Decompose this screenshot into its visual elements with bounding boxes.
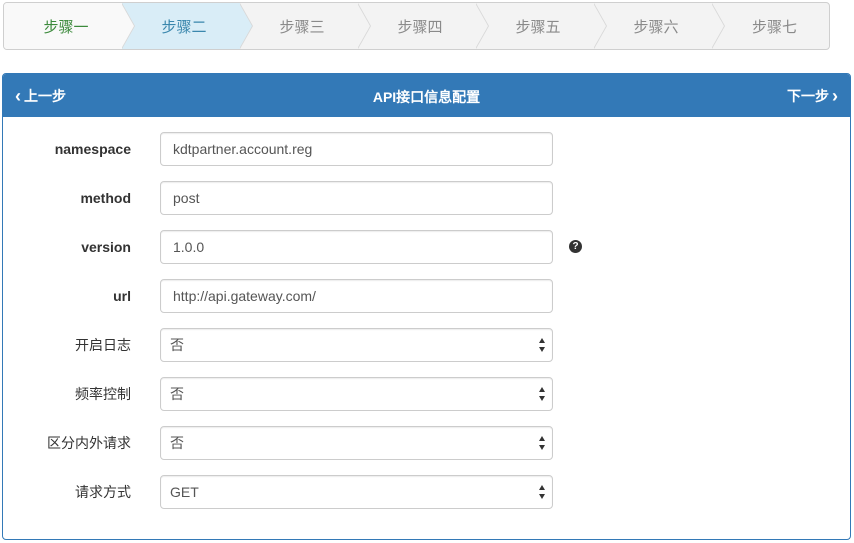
rate-select-value: 否 — [170, 386, 184, 402]
step-2-label: 步骤二 — [161, 18, 207, 36]
request-method-label: 请求方式 — [75, 484, 131, 500]
question-circle-icon[interactable]: ? — [569, 240, 582, 253]
step-1-label: 步骤一 — [43, 18, 89, 36]
namespace-input[interactable] — [160, 132, 553, 166]
chevron-left-icon: ‹ — [15, 85, 21, 106]
step-4-label: 步骤四 — [397, 18, 443, 36]
form-row-method: method — [3, 181, 850, 215]
form-row-url: url — [3, 279, 850, 313]
form-row-version: version ? — [3, 230, 850, 264]
form-row-rate: 频率控制 否 — [3, 377, 850, 411]
select-arrows-icon — [539, 338, 546, 352]
version-input[interactable] — [160, 230, 553, 264]
step-5[interactable]: 步骤五 — [476, 3, 607, 49]
prev-step-button[interactable]: ‹ 上一步 — [15, 86, 66, 106]
step-3-label: 步骤三 — [279, 18, 325, 36]
inout-select-value: 否 — [170, 435, 184, 451]
select-arrows-icon — [539, 485, 546, 499]
step-7[interactable]: 步骤七 — [712, 3, 829, 49]
panel-header: ‹ 上一步 API接口信息配置 下一步 › — [3, 74, 850, 117]
step-6-label: 步骤六 — [633, 18, 679, 36]
namespace-label: namespace — [54, 141, 131, 157]
method-input[interactable] — [160, 181, 553, 215]
step-separator — [357, 3, 371, 49]
step-5-label: 步骤五 — [515, 18, 561, 36]
step-separator — [711, 3, 725, 49]
form-row-request-method: 请求方式 GET — [3, 475, 850, 509]
prev-step-label: 上一步 — [24, 87, 66, 104]
step-4[interactable]: 步骤四 — [358, 3, 489, 49]
select-arrows-icon — [539, 387, 546, 401]
form-row-log: 开启日志 否 — [3, 328, 850, 362]
next-step-button[interactable]: 下一步 › — [787, 86, 838, 106]
version-label: version — [81, 239, 131, 255]
method-label: method — [80, 190, 131, 206]
step-separator — [593, 3, 607, 49]
step-1[interactable]: 步骤一 — [4, 3, 135, 49]
url-input[interactable] — [160, 279, 553, 313]
wizard-steps: 步骤一 步骤二 步骤三 步骤四 步骤五 步骤六 步骤七 — [3, 2, 830, 50]
form-row-namespace: namespace — [3, 132, 850, 166]
select-arrows-icon — [539, 436, 546, 450]
inout-select[interactable]: 否 — [160, 426, 553, 460]
step-7-label: 步骤七 — [751, 18, 797, 36]
rate-select[interactable]: 否 — [160, 377, 553, 411]
step-3[interactable]: 步骤三 — [240, 3, 371, 49]
chevron-right-icon: › — [832, 85, 838, 106]
step-separator — [121, 3, 135, 49]
log-label: 开启日志 — [75, 337, 131, 353]
request-method-select-value: GET — [170, 484, 199, 500]
api-config-panel: ‹ 上一步 API接口信息配置 下一步 › namespace method v… — [2, 73, 851, 540]
step-6[interactable]: 步骤六 — [594, 3, 725, 49]
log-select[interactable]: 否 — [160, 328, 553, 362]
panel-title: API接口信息配置 — [372, 89, 481, 105]
url-label: url — [113, 288, 131, 304]
step-separator — [239, 3, 253, 49]
step-separator — [475, 3, 489, 49]
step-2[interactable]: 步骤二 — [122, 3, 253, 49]
rate-label: 频率控制 — [75, 386, 131, 402]
inout-label: 区分内外请求 — [47, 435, 131, 451]
request-method-select[interactable]: GET — [160, 475, 553, 509]
form-row-inout: 区分内外请求 否 — [3, 426, 850, 460]
next-step-label: 下一步 — [787, 87, 829, 104]
log-select-value: 否 — [170, 337, 184, 353]
